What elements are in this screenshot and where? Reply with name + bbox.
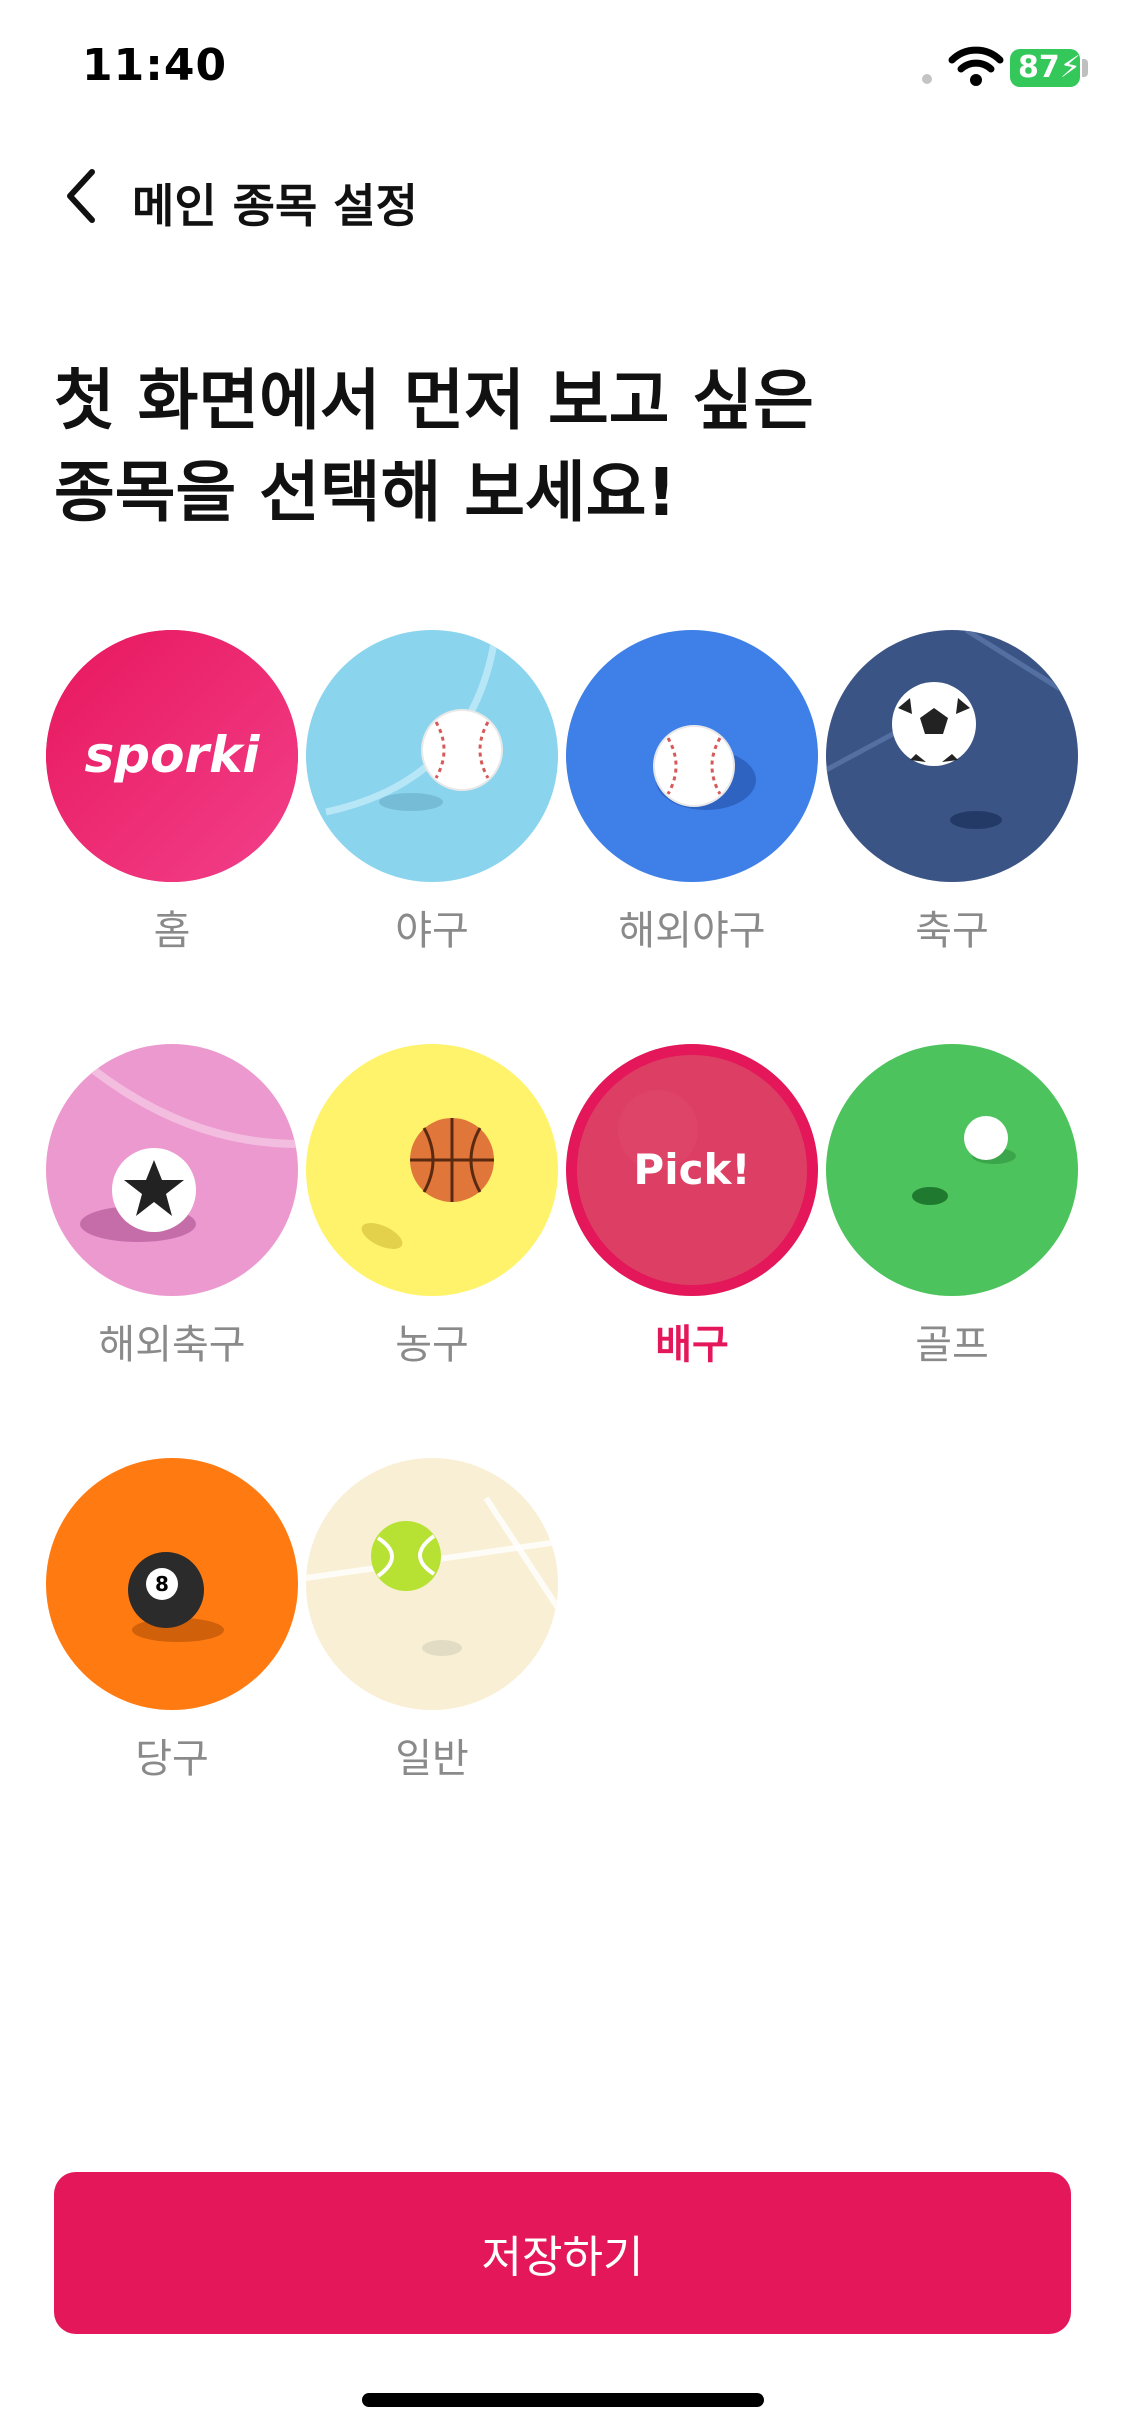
sport-circle[interactable] [46,1044,298,1296]
sport-tile-overseas-soccer[interactable]: 해외축구 [46,1044,298,1374]
sport-tile-general[interactable]: 일반 [306,1458,558,1788]
back-button[interactable] [50,164,114,228]
pick-text: Pick! [633,1145,750,1194]
sport-label: 배구 [655,1322,729,1368]
sport-circle[interactable]: 8 [46,1458,298,1710]
battery-level: 87 [1018,50,1060,85]
headline: 첫 화면에서 먼저 보고 싶은 종목을 선택해 보세요! [54,355,1054,539]
sport-circle[interactable] [306,1458,558,1710]
volleyball-icon: Pick! [567,1045,817,1295]
tennis-ball-icon [306,1496,558,1656]
sport-tile-soccer[interactable]: 축구 [826,630,1078,960]
headline-line-1: 첫 화면에서 먼저 보고 싶은 [54,362,814,439]
soccer-ball-icon [826,630,1078,829]
chevron-left-icon [67,169,95,223]
battery-cap [1082,59,1088,77]
sport-label: 농구 [395,1322,469,1368]
sport-circle[interactable] [306,1044,558,1296]
baseball-icon [325,630,503,816]
sport-tile-billiards[interactable]: 8 당구 [46,1458,298,1788]
sport-tile-golf[interactable]: 골프 [826,1044,1078,1374]
sport-tile-home[interactable]: sporki 홈 [46,630,298,960]
sport-label: 일반 [395,1736,469,1782]
status-time: 11:40 [82,40,228,91]
headline-line-2: 종목을 선택해 보세요! [54,454,677,531]
eight-ball-icon: 8 [128,1552,224,1642]
status-bar: 11:40 87⚡ [0,0,1125,135]
sport-label: 해외야구 [618,908,766,954]
home-indicator [362,2393,764,2407]
sport-circle[interactable] [566,630,818,882]
save-button[interactable]: 저장하기 [54,2172,1071,2334]
sport-tile-baseball[interactable]: 야구 [306,630,558,960]
sport-label: 축구 [915,908,989,954]
golf-ball-icon [912,1116,1016,1205]
sport-circle[interactable] [306,630,558,882]
sport-tile-basketball[interactable]: 농구 [306,1044,558,1374]
status-dot-icon [922,74,932,84]
sport-circle[interactable]: Pick! [566,1044,818,1296]
svg-text:8: 8 [155,1572,169,1596]
battery-icon: 87⚡ [1010,49,1081,87]
sport-circle[interactable] [826,630,1078,882]
sport-label: 당구 [135,1736,209,1782]
sport-circle[interactable] [826,1044,1078,1296]
sport-label: 해외축구 [98,1322,246,1368]
page-title: 메인 종목 설정 [132,179,418,233]
wifi-icon [948,46,1004,86]
basketball-icon [361,1118,494,1249]
sport-label: 야구 [395,908,469,954]
baseball-icon [653,725,756,810]
navigation-bar: 메인 종목 설정 [0,150,1125,240]
sport-label: 홈 [153,908,191,954]
sporki-logo-text: sporki [85,726,261,784]
sport-label: 골프 [915,1322,989,1368]
sport-circle[interactable]: sporki [46,630,298,882]
sporki-logo-icon: sporki [46,630,298,882]
sport-tile-overseas-baseball[interactable]: 해외야구 [566,630,818,960]
star-ball-icon [80,1060,298,1242]
sport-tile-volleyball[interactable]: Pick! 배구 [566,1044,818,1374]
